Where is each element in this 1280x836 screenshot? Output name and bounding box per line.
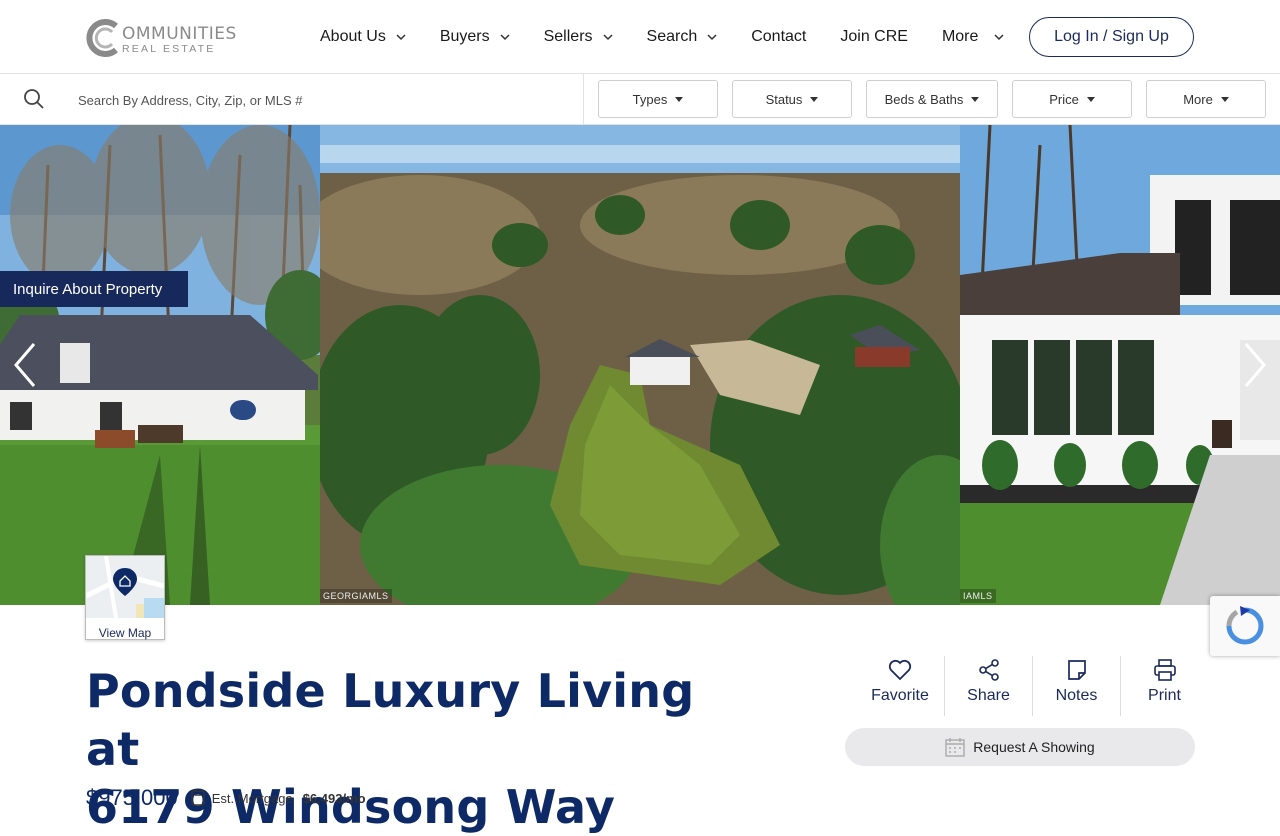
search-icon[interactable] — [23, 88, 45, 110]
view-map-button[interactable]: View Map — [84, 555, 165, 640]
inquire-about-property-button[interactable]: Inquire About Property — [0, 271, 188, 307]
title-line-1: Pondside Luxury Living at — [86, 664, 695, 776]
recaptcha-badge[interactable] — [1210, 596, 1280, 656]
filter-label: Price — [1049, 91, 1079, 107]
notes-icon — [1067, 660, 1086, 680]
nav-label: Contact — [751, 28, 807, 45]
share-button[interactable]: Share — [944, 656, 1032, 716]
search-input[interactable] — [78, 84, 568, 116]
nav-buyers[interactable]: Buyers — [440, 28, 510, 46]
listing-price: $975,000 — [86, 785, 178, 810]
request-showing-button[interactable]: Request A Showing — [845, 728, 1195, 766]
house-front-photo — [960, 125, 1280, 605]
logo-mark-icon — [86, 19, 118, 57]
caret-down-icon — [1220, 96, 1229, 102]
photo-carousel[interactable]: GEORGIAMLS IAMLS Inquire About Property — [0, 125, 1280, 605]
house-back-photo — [0, 125, 320, 605]
logo-subtext: REAL ESTATE — [122, 43, 216, 55]
filter-types[interactable]: Types — [598, 80, 718, 118]
nav-label: Buyers — [439, 28, 490, 45]
nav-label: Join CRE — [840, 28, 908, 45]
nav-label: Search — [646, 28, 698, 45]
logo-text: OMMUNITIES — [122, 24, 237, 44]
caret-down-icon — [971, 96, 980, 102]
caret-down-icon — [810, 96, 819, 102]
aerial-pond-photo — [320, 125, 960, 605]
chevron-right-icon[interactable] — [1240, 340, 1270, 390]
photo-slide-aerial-pond[interactable]: GEORGIAMLS — [320, 125, 960, 605]
chevron-down-icon — [994, 34, 1004, 41]
chevron-down-icon — [602, 34, 613, 41]
chevron-down-icon — [396, 34, 406, 41]
site-header: OMMUNITIES REAL ESTATE About Us Buyers S… — [0, 0, 1280, 74]
nav-contact[interactable]: Contact — [751, 28, 806, 46]
nav-label: About Us — [320, 28, 386, 45]
nav-join-cre[interactable]: Join CRE — [840, 28, 908, 46]
search-bar: Types Status Beds & Baths Price More — [0, 74, 1280, 125]
chevron-down-icon — [500, 34, 510, 41]
print-icon — [1153, 659, 1176, 681]
filter-price[interactable]: Price — [1012, 80, 1132, 118]
company-logo[interactable]: OMMUNITIES REAL ESTATE — [86, 18, 236, 60]
price-row: $975,000 Est. Mortgage $6,493/mo — [86, 783, 366, 813]
calendar-icon — [945, 738, 965, 757]
nav-search[interactable]: Search — [647, 28, 718, 46]
action-label: Favorite — [871, 687, 929, 704]
view-map-label: View Map — [98, 626, 152, 640]
nav-label: Sellers — [543, 28, 593, 45]
nav-more[interactable]: More — [942, 28, 1004, 46]
request-showing-label: Request A Showing — [973, 739, 1095, 755]
main-nav: About Us Buyers Sellers Search Contact J… — [320, 0, 1004, 74]
print-button[interactable]: Print — [1120, 656, 1208, 716]
filter-label: Beds & Baths — [884, 91, 964, 107]
action-label: Print — [1148, 687, 1181, 704]
notes-button[interactable]: Notes — [1032, 656, 1120, 716]
action-label: Share — [967, 687, 1010, 704]
map-thumbnail-icon — [84, 555, 165, 619]
favorite-button[interactable]: Favorite — [856, 656, 944, 716]
filter-label: Status — [765, 91, 803, 107]
share-icon — [978, 659, 999, 681]
nav-label: More — [941, 28, 979, 45]
recaptcha-icon — [1226, 606, 1264, 645]
caret-down-icon — [675, 96, 684, 102]
nav-about-us[interactable]: About Us — [320, 28, 406, 46]
est-mortgage-label: Est. Mortgage — [211, 790, 293, 806]
calculator-icon — [191, 790, 205, 806]
mls-watermark: IAMLS — [960, 589, 996, 603]
photo-slide-house-front[interactable]: IAMLS — [960, 125, 1280, 605]
chevron-left-icon[interactable] — [10, 340, 40, 390]
heart-icon — [888, 659, 912, 681]
filter-label: More — [1183, 91, 1213, 107]
filter-label: Types — [632, 91, 668, 107]
filter-more[interactable]: More — [1146, 80, 1266, 118]
photo-slide-house-back[interactable] — [0, 125, 320, 605]
filter-beds-baths[interactable]: Beds & Baths — [866, 80, 998, 118]
caret-down-icon — [1086, 96, 1095, 102]
mls-watermark: GEORGIAMLS — [320, 589, 392, 603]
action-label: Notes — [1055, 687, 1098, 704]
divider — [583, 74, 584, 125]
est-mortgage-value[interactable]: $6,493/mo — [303, 791, 366, 806]
listing-actions: Favorite Share Notes Print — [856, 656, 1208, 716]
login-signup-button[interactable]: Log In / Sign Up — [1029, 17, 1194, 57]
nav-sellers[interactable]: Sellers — [544, 28, 613, 46]
chevron-down-icon — [707, 34, 717, 41]
filter-status[interactable]: Status — [732, 80, 852, 118]
